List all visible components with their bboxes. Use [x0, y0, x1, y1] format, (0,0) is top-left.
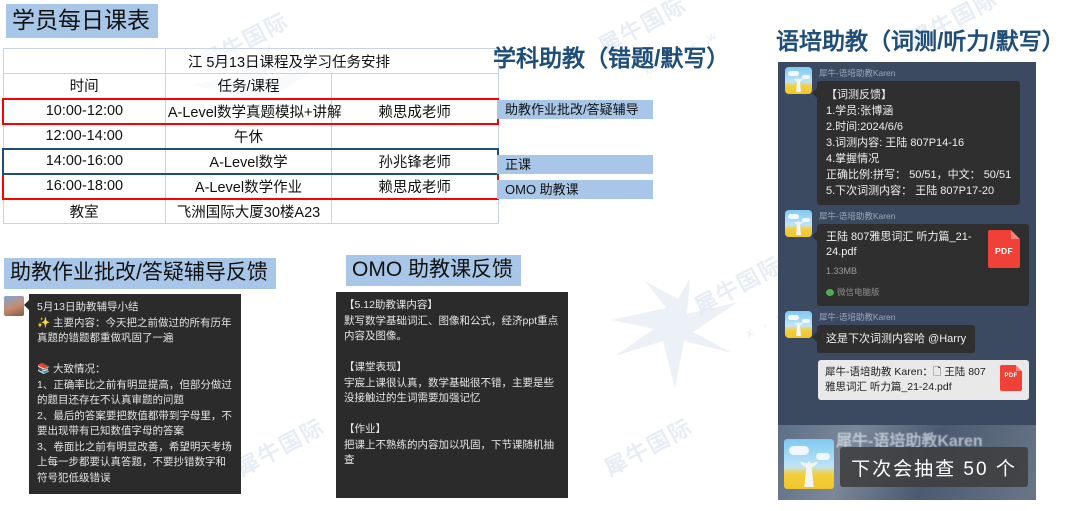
table-caption-row: 江 5月13日课程及学习任务安排: [2, 48, 499, 74]
avatar[interactable]: [785, 67, 812, 94]
tutor-feedback-card: 5月13日助教辅导小结 ✨ 主要内容：今天把之前做过的所有历年真题的错题都重做巩…: [4, 294, 254, 494]
message-sender: 犀牛-语培助教Karen: [819, 211, 896, 221]
tutor-feedback-text: 5月13日助教辅导小结 ✨ 主要内容：今天把之前做过的所有历年真题的错题都重做巩…: [37, 301, 232, 484]
chat-message: 犀牛-语培助教Karen 这是下次词测内容哈 @Harry: [778, 306, 1036, 353]
col-header-task: 任务/课程: [164, 73, 333, 99]
tag-homework-review: 助教作业批改/答疑辅导: [497, 100, 653, 119]
quoted-file-reference[interactable]: 犀牛-语培助教 Karen：🗋 王陆 807雅思词汇 听力篇_21-24.pdf…: [818, 360, 1029, 400]
wechat-icon: [826, 288, 834, 296]
cell-time: 14:00-16:00: [1, 147, 166, 175]
chat-section-title: 语培助教（词测/听力/默写）: [776, 22, 1065, 56]
table-row: 14:00-16:00 A-Level数学 孙兆锋老师: [1, 147, 500, 175]
chat-window[interactable]: 犀牛-语培助教Karen 【词测反馈】 1.学员:张博涵 2.时间:2024/6…: [778, 62, 1036, 500]
omo-feedback-title-label: OMO 助教课反馈: [346, 255, 521, 287]
cell-teacher: [331, 123, 499, 149]
cell-teacher: 赖思成老师: [331, 97, 500, 125]
col-header-time: 时间: [2, 73, 166, 99]
message-bubble[interactable]: 这是下次词测内容哈 @Harry: [811, 325, 976, 353]
col-header-teacher: [331, 73, 499, 99]
tutor-feedback-title-label: 助教作业批改/答疑辅导反馈: [4, 258, 276, 290]
file-source: 微信电脑版: [826, 284, 1020, 300]
message-sender: 犀牛-语培助教Karen: [819, 312, 896, 322]
tag-main-class: 正课: [497, 155, 653, 174]
table-row: 12:00-14:00 午休: [2, 123, 499, 149]
caption-spacer: [2, 48, 166, 74]
cell-task: 午休: [164, 123, 333, 149]
message-sender: 犀牛-语培助教Karen: [819, 68, 896, 78]
tutor-feedback-title: 助教作业批改/答疑辅导反馈: [4, 258, 276, 290]
chat-section-title-label: 语培助教（词测/听力/默写）: [776, 28, 1065, 54]
quote-text: 犀牛-语培助教 Karen：🗋 王陆 807雅思词汇 听力篇_21-24.pdf: [825, 366, 986, 393]
cell-task: A-Level数学作业: [164, 172, 333, 200]
cell-teacher: 赖思成老师: [331, 172, 500, 200]
file-name: 王陆 807雅思词汇 听力篇_21-24.pdf: [826, 231, 972, 258]
table-row: 10:00-12:00 A-Level数学真题模拟+讲解 赖思成老师: [1, 97, 500, 125]
message-text: 【词测反馈】 1.学员:张博涵 2.时间:2024/6/6 3.词测内容: 王陆…: [826, 89, 1012, 197]
cell-teacher: [331, 198, 499, 224]
file-size: 1.33MB: [826, 266, 858, 276]
file-source-label: 微信电脑版: [837, 287, 880, 297]
cell-task: A-Level数学: [164, 147, 333, 175]
cell-time: 教室: [2, 198, 166, 224]
assistant-section-title: 学科助教（错题/默写）: [493, 44, 729, 73]
schedule-caption: 江 5月13日课程及学习任务安排: [164, 48, 499, 74]
avatar: [4, 296, 24, 316]
pdf-icon: PDF: [988, 230, 1020, 268]
cell-task: 飞洲国际大厦30楼A23: [164, 198, 333, 224]
watermark-text: 犀牛国际: [690, 251, 787, 319]
cell-time: 12:00-14:00: [2, 123, 166, 149]
table-row: 教室 飞洲国际大厦30楼A23: [2, 198, 499, 224]
omo-feedback-title: OMO 助教课反馈: [346, 255, 521, 287]
pdf-icon: PDF: [1000, 365, 1022, 391]
tutor-feedback-bubble: 5月13日助教辅导小结 ✨ 主要内容：今天把之前做过的所有历年真题的错题都重做巩…: [24, 294, 241, 494]
cell-time: 16:00-18:00: [1, 172, 166, 200]
schedule-table: 江 5月13日课程及学习任务安排 时间 任务/课程 10:00-12:00 A-…: [1, 48, 500, 224]
omo-feedback-text: 【5.12助教课内容】 默写数学基础词汇、图像和公式，经济ppt重点内容及图像。…: [344, 299, 559, 466]
chat-message: 犀牛-语培助教Karen 【词测反馈】 1.学员:张博涵 2.时间:2024/6…: [778, 62, 1036, 205]
chat-message-file: 犀牛-语培助教Karen 王陆 807雅思词汇 听力篇_21-24.pdf 1.…: [778, 205, 1036, 306]
avatar: [784, 439, 834, 489]
cell-task: A-Level数学真题模拟+讲解: [164, 97, 341, 125]
avatar[interactable]: [785, 210, 812, 237]
overlay-message: 下次会抽查 50 个: [840, 447, 1028, 487]
avatar[interactable]: [785, 311, 812, 338]
file-message-bubble[interactable]: 王陆 807雅思词汇 听力篇_21-24.pdf 1.33MB PDF 微信电脑…: [812, 224, 1029, 306]
slide-canvas: 犀牛国际 犀牛国际 犀牛国际 犀牛国际 犀牛国际 犀牛国际 X - N E W …: [0, 0, 1080, 511]
message-bubble[interactable]: 【词测反馈】 1.学员:张博涵 2.时间:2024/6/6 3.词测内容: 王陆…: [811, 81, 1021, 205]
schedule-title: 学员每日课表: [6, 4, 158, 38]
cell-time: 10:00-12:00: [1, 97, 166, 125]
message-text: 这是下次词测内容哈 @Harry: [826, 333, 967, 345]
table-row: 16:00-18:00 A-Level数学作业 赖思成老师: [1, 172, 500, 200]
assistant-section-title-label: 学科助教（错题/默写）: [493, 45, 730, 71]
omo-feedback-card: 【5.12助教课内容】 默写数学基础词汇、图像和公式，经济ppt重点内容及图像。…: [336, 292, 568, 498]
watermark-text: 犀牛国际: [600, 413, 697, 481]
zoomed-overlay: 犀牛-语培助教Karen 下次会抽查 50 个: [778, 425, 1036, 500]
tag-omo-class: OMO 助教课: [497, 180, 653, 199]
table-header-row: 时间 任务/课程: [2, 73, 499, 99]
schedule-title-label: 学员每日课表: [6, 4, 158, 38]
cell-teacher: 孙兆锋老师: [331, 147, 500, 175]
watermark-logo: [600, 275, 750, 395]
